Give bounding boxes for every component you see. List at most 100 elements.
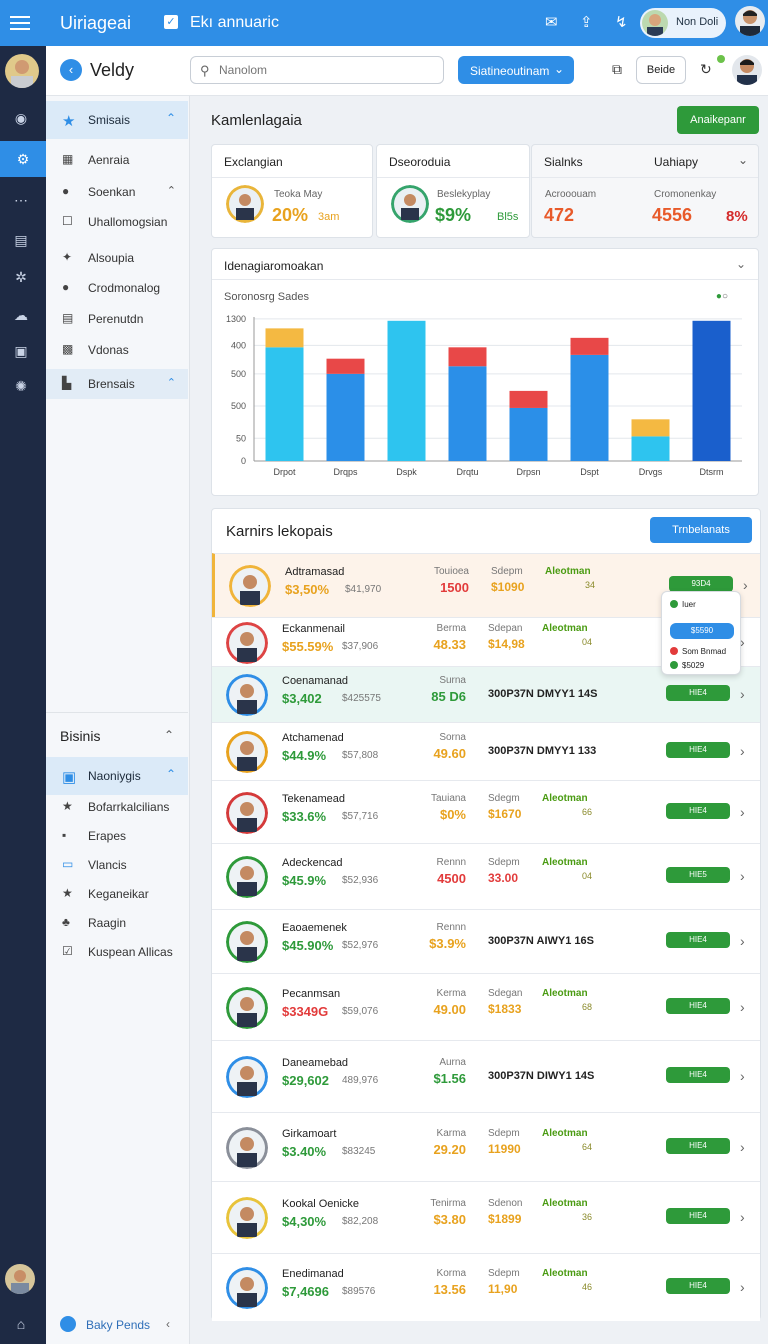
- sidebar-footer[interactable]: Baky Pends ‹: [60, 1314, 186, 1336]
- cog-icon[interactable]: ✺: [11, 376, 31, 396]
- more-icon[interactable]: ⋯: [11, 190, 31, 210]
- status-pill[interactable]: HIE4: [666, 1138, 730, 1154]
- gear-icon[interactable]: ✲: [11, 267, 31, 287]
- nav-item[interactable]: ☐ Uhallomogsian: [46, 209, 188, 235]
- avatar: [226, 987, 268, 1029]
- settings-icon[interactable]: ⚙: [0, 141, 46, 177]
- profile-avatar[interactable]: [735, 6, 765, 36]
- menu-icon[interactable]: [10, 12, 30, 34]
- bolt-icon[interactable]: ↯: [615, 13, 628, 31]
- chevron-down-icon[interactable]: ⌄: [736, 257, 746, 271]
- stat-card[interactable]: Sialnks Uahiapy ⌄ Acrooouam Cromonenkay …: [531, 144, 759, 238]
- list-row[interactable]: Atchamenad $44.9% $57,808 Sorna 49.60 300P37N…: [212, 722, 760, 780]
- primary-action-button[interactable]: Anaikepanr: [677, 106, 759, 134]
- chevron-right-icon[interactable]: ›: [740, 743, 745, 759]
- cloud-icon[interactable]: ☁: [11, 305, 31, 325]
- stat-header: Dseoroduia: [389, 155, 451, 169]
- list-row[interactable]: Girkamoart $3.40% $83245 Karma 29.20 Sdepm 119…: [212, 1112, 760, 1181]
- status-pill[interactable]: HIE4: [666, 1067, 730, 1083]
- chevron-right-icon[interactable]: ›: [743, 577, 748, 593]
- refresh-icon[interactable]: ↻: [700, 61, 712, 78]
- share-icon[interactable]: ⇪: [580, 13, 593, 31]
- status-pill[interactable]: HIE4: [666, 742, 730, 758]
- nav-item[interactable]: ▪ Erapes: [46, 823, 188, 849]
- frame-icon: ▭: [62, 857, 74, 871]
- chevron-right-icon[interactable]: ›: [740, 804, 745, 820]
- nav-item[interactable]: ☑ Kuspean Allicas: [46, 939, 188, 965]
- chevron-right-icon[interactable]: ›: [740, 1209, 745, 1225]
- chevron-down-icon[interactable]: ⌄: [738, 153, 748, 167]
- chevron-right-icon[interactable]: ›: [740, 1279, 745, 1295]
- header-avatar[interactable]: [732, 55, 762, 85]
- list-row[interactable]: Daneamebad $29,602 489,976 Aurna $1.56 300P37…: [212, 1040, 760, 1112]
- stat-card[interactable]: Dseoroduia Beslekyplay $9% Bl5s: [376, 144, 530, 238]
- popover-menu[interactable]: Iuer $5590 Som Bnmad $5029: [661, 591, 741, 675]
- nav-item[interactable]: ★ Keganeikar: [46, 881, 188, 907]
- row-col3-value: 64: [582, 1142, 593, 1152]
- chevron-right-icon[interactable]: ›: [740, 1139, 745, 1155]
- stat-card[interactable]: Exclangian Teoka May 20% 3am: [211, 144, 373, 238]
- row-col1-value: 1500: [440, 580, 469, 595]
- list-row[interactable]: Adeckencad $45.9% $52,936 Rennn 4500 Sdepm 33.…: [212, 843, 760, 909]
- row-value: $45.9%: [282, 873, 327, 888]
- row-col1-label: Karma: [436, 1128, 466, 1139]
- chevron-right-icon[interactable]: ›: [740, 999, 745, 1015]
- x-tick-label: Dtsrm: [700, 467, 724, 477]
- popover-item[interactable]: Som Bnmad: [670, 647, 726, 656]
- row-value: $3.40%: [282, 1144, 327, 1159]
- chevron-up-icon[interactable]: ⌃: [164, 728, 174, 742]
- popover-item[interactable]: Iuer: [670, 600, 696, 609]
- popover-button[interactable]: $5590: [670, 623, 734, 639]
- status-pill[interactable]: HIE4: [666, 685, 730, 701]
- nav-item[interactable]: ▭ Vlancis: [46, 852, 188, 878]
- search-box[interactable]: ⚲: [190, 56, 444, 84]
- nav-item[interactable]: ▩ Vdonas: [46, 337, 188, 363]
- row-subvalue: $89576: [342, 1286, 376, 1297]
- nav-item[interactable]: ★ Bofarrkalcilians: [46, 794, 188, 820]
- nav-section-secondary[interactable]: ▣ Naoniygis ⌃: [46, 757, 188, 795]
- list-row[interactable]: Eaoaemenek $45.90% $52,976 Rennn $3.9% 300P37…: [212, 909, 760, 973]
- list-row[interactable]: Pecanmsan $3349G $59,076 Kerma 49.00 Sdegan $1…: [212, 973, 760, 1040]
- dashboard-icon[interactable]: ◉: [11, 108, 31, 128]
- status-pill[interactable]: HIE4: [666, 1278, 730, 1294]
- status-pill[interactable]: 93D4: [669, 576, 733, 592]
- list-action-button[interactable]: Trnbelanats: [650, 517, 752, 543]
- nav-item-active[interactable]: ▙ Brensais ⌃: [46, 369, 188, 399]
- row-col1-value: $0%: [439, 807, 466, 822]
- nav-item[interactable]: ▦ Aenraia: [46, 147, 188, 173]
- list-row[interactable]: Enedimanad $7,4696 $89576 Korma 13.56 Sdepm 11…: [212, 1253, 760, 1321]
- list-row[interactable]: Kookal Oenicke $4,30% $82,208 Tenirma $3.80 S…: [212, 1181, 760, 1253]
- user-chip[interactable]: Non Doli: [640, 8, 726, 38]
- bar: [265, 347, 304, 461]
- search-input[interactable]: [219, 61, 429, 79]
- chevron-right-icon[interactable]: ›: [740, 1068, 745, 1084]
- chart-icon[interactable]: ▤: [11, 230, 31, 250]
- nav-item[interactable]: ▤ Perenutdn: [46, 306, 188, 332]
- checkbox-icon[interactable]: ✓: [164, 15, 178, 29]
- chevron-right-icon[interactable]: ›: [740, 686, 745, 702]
- chevron-right-icon[interactable]: ›: [740, 933, 745, 949]
- status-pill[interactable]: HIE4: [666, 998, 730, 1014]
- export-icon[interactable]: ⧉: [612, 61, 622, 78]
- inbox-icon[interactable]: ✉: [545, 13, 558, 31]
- folder-icon[interactable]: ▣: [11, 341, 31, 361]
- status-pill[interactable]: HIE4: [666, 1208, 730, 1224]
- list-row[interactable]: Tekenamead $33.6% $57,716 Tauiana $0% Sdegm $1…: [212, 780, 760, 843]
- legend-toggle-icon[interactable]: ●○: [716, 291, 728, 302]
- status-pill[interactable]: HIE4: [666, 803, 730, 819]
- status-pill[interactable]: HIE4: [666, 932, 730, 948]
- nav-item[interactable]: ● Soenkan ⌃: [46, 179, 188, 205]
- chevron-right-icon[interactable]: ›: [740, 868, 745, 884]
- nav-item[interactable]: ✦ Alsoupia: [46, 245, 188, 271]
- nav-item[interactable]: ♣ Raagin: [46, 910, 188, 936]
- nav-item[interactable]: ● Crodmonalog: [46, 275, 188, 301]
- home-icon[interactable]: ⌂: [11, 1314, 31, 1334]
- status-pill[interactable]: HIE5: [666, 867, 730, 883]
- rail-bottom-avatar[interactable]: [5, 1264, 35, 1294]
- rail-avatar[interactable]: [5, 54, 39, 88]
- nav-section-primary[interactable]: ★ Smisais ⌃: [46, 101, 188, 139]
- back-icon[interactable]: ‹: [60, 59, 82, 81]
- popover-item[interactable]: $5029: [670, 661, 704, 670]
- header-button[interactable]: Beide: [636, 56, 686, 84]
- status-dropdown[interactable]: Siatineoutinam ⌄: [458, 56, 574, 84]
